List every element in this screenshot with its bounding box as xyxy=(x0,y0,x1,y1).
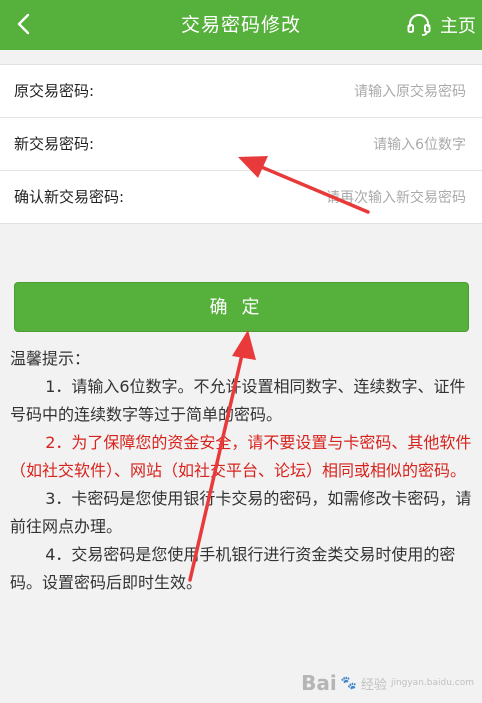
annotation-arrow-to-button xyxy=(188,330,256,582)
paw-icon: 🐾 xyxy=(340,675,357,691)
watermark-brand: Bai xyxy=(301,671,337,695)
watermark: Bai 🐾 经验 jingyan.baidu.com xyxy=(301,671,474,695)
annotation-arrows xyxy=(188,156,370,582)
watermark-suffix: 经验 xyxy=(360,677,387,693)
annotation-arrow-to-input xyxy=(238,156,370,214)
watermark-site: jingyan.baidu.com xyxy=(390,678,474,688)
